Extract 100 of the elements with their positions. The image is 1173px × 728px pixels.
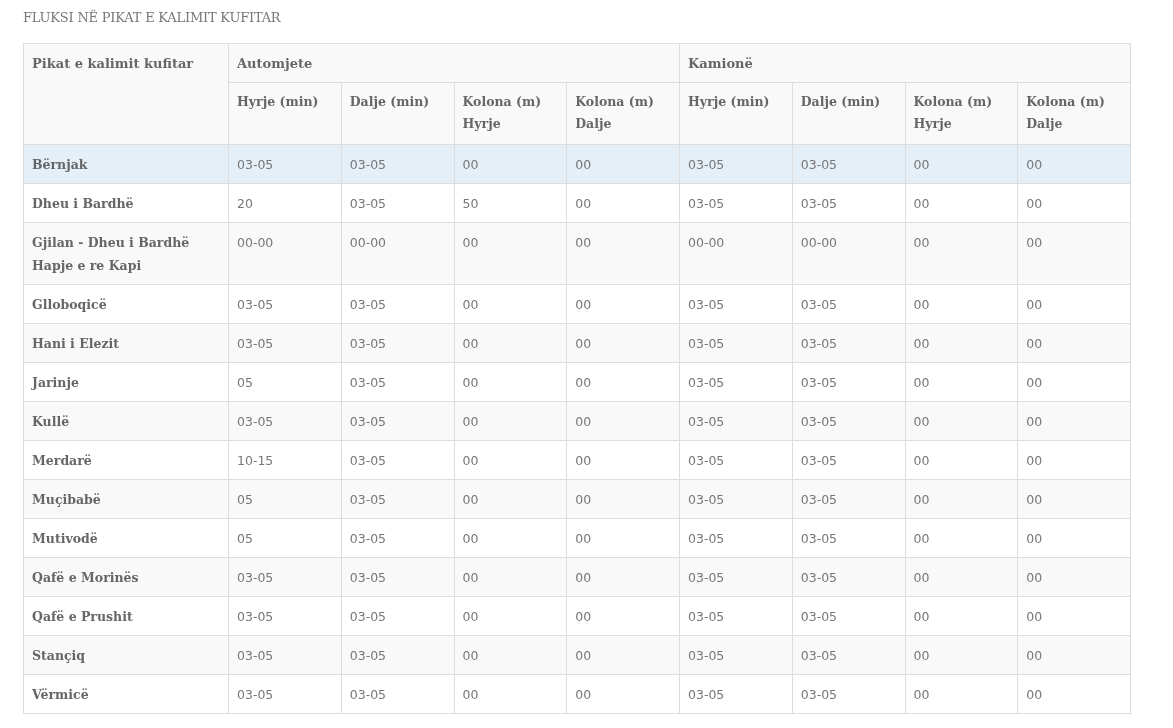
table-cell: 03-05 bbox=[679, 479, 793, 519]
table-cell: 03-05 bbox=[679, 362, 793, 402]
table-cell: 00 bbox=[566, 596, 680, 636]
table-row[interactable]: Stançiq 03-05 03-05 00 00 03-05 03-05 00 00 bbox=[23, 635, 1131, 675]
table-cell: 00 bbox=[454, 479, 567, 519]
table-cell: 00 bbox=[905, 144, 1018, 184]
table-cell: 03-05 bbox=[341, 401, 454, 441]
table-cell: Qafë e Morinës bbox=[23, 557, 229, 597]
table-cell: 00 bbox=[566, 440, 680, 480]
table-cell: 00 bbox=[1017, 362, 1131, 402]
table-cell: 03-05 bbox=[792, 596, 905, 636]
table-cell: Muçibabë bbox=[23, 479, 229, 519]
table-cell: 03-05 bbox=[792, 479, 905, 519]
table-cell: 00 bbox=[905, 362, 1018, 402]
table-cell: Stançiq bbox=[23, 635, 229, 675]
column-header: Kolona (m) Dalje bbox=[1017, 82, 1131, 145]
table-cell: 00-00 bbox=[792, 222, 905, 285]
table-cell: 00 bbox=[905, 635, 1018, 675]
table-row[interactable]: Hani i Elezit 03-05 03-05 00 00 03-05 03-05 00 00 bbox=[23, 323, 1131, 363]
table-cell: 03-05 bbox=[792, 518, 905, 558]
table-row[interactable]: Glloboqicë 03-05 03-05 00 00 03-05 03-05 00 00 bbox=[23, 284, 1131, 324]
table-cell: 00 bbox=[566, 144, 680, 184]
table-cell: 00 bbox=[905, 222, 1018, 285]
table-cell: 00 bbox=[905, 401, 1018, 441]
table-cell: 03-05 bbox=[228, 635, 342, 675]
table-cell: 00 bbox=[905, 518, 1018, 558]
table-cell: Glloboqicë bbox=[23, 284, 229, 324]
table-cell: 03-05 bbox=[341, 557, 454, 597]
table-cell: 03-05 bbox=[341, 284, 454, 324]
table-cell: 03-05 bbox=[341, 635, 454, 675]
table-cell: 03-05 bbox=[792, 144, 905, 184]
table-cell: 00 bbox=[566, 401, 680, 441]
table-row[interactable]: Merdarë 10-15 03-05 00 00 03-05 03-05 00 00 bbox=[23, 440, 1131, 480]
table-cell: Merdarë bbox=[23, 440, 229, 480]
table-cell: Mutivodë bbox=[23, 518, 229, 558]
table-row[interactable]: Vërmicë 03-05 03-05 00 00 03-05 03-05 00 00 bbox=[23, 674, 1131, 714]
table-row[interactable]: Bërnjak 03-05 03-05 00 00 03-05 03-05 00 00 bbox=[23, 144, 1131, 184]
table-cell: 03-05 bbox=[792, 284, 905, 324]
table-cell: 03-05 bbox=[679, 144, 793, 184]
table-cell: 50 bbox=[454, 183, 567, 223]
table-cell: Qafë e Prushit bbox=[23, 596, 229, 636]
table-cell: 00 bbox=[905, 183, 1018, 223]
table-cell: 00 bbox=[566, 284, 680, 324]
table-cell: 00 bbox=[905, 596, 1018, 636]
table-cell: 00 bbox=[1017, 401, 1131, 441]
table-cell: 03-05 bbox=[792, 440, 905, 480]
table-cell: 00 bbox=[905, 557, 1018, 597]
table-cell: 00 bbox=[905, 323, 1018, 363]
table-row[interactable]: Gjilan - Dheu i Bardhë Hapje e re Kapi 00-00 00-00 00 00 00-00 00-00 00 00 bbox=[23, 222, 1131, 285]
table-cell: 00 bbox=[1017, 674, 1131, 714]
table-cell: 00 bbox=[905, 674, 1018, 714]
table-cell: 03-05 bbox=[792, 183, 905, 223]
table-cell: 00 bbox=[566, 557, 680, 597]
table-cell: 03-05 bbox=[792, 674, 905, 714]
table-cell: 03-05 bbox=[679, 518, 793, 558]
table-cell: 00 bbox=[566, 674, 680, 714]
table-cell: 00 bbox=[1017, 183, 1131, 223]
table-cell: 03-05 bbox=[341, 183, 454, 223]
table-cell: 10-15 bbox=[228, 440, 342, 480]
column-header: Kolona (m) Hyrje bbox=[454, 82, 567, 145]
table-cell: 03-05 bbox=[341, 479, 454, 519]
table-cell: 00 bbox=[905, 440, 1018, 480]
table-cell: 00 bbox=[566, 518, 680, 558]
table-cell: 03-05 bbox=[341, 596, 454, 636]
table-cell: 03-05 bbox=[341, 674, 454, 714]
table-row[interactable]: Muçibabë 05 03-05 00 00 03-05 03-05 00 00 bbox=[23, 479, 1131, 519]
table-cell: 00 bbox=[454, 323, 567, 363]
table-cell: 03-05 bbox=[792, 401, 905, 441]
table-cell: 00 bbox=[454, 440, 567, 480]
column-group-header: Kamionë bbox=[679, 43, 1131, 83]
table-cell: 00 bbox=[454, 518, 567, 558]
table-cell: 00 bbox=[454, 284, 567, 324]
table-cell: 00 bbox=[1017, 557, 1131, 597]
table-cell: 03-05 bbox=[341, 362, 454, 402]
column-header: Dalje (min) bbox=[341, 82, 454, 145]
table-cell: Gjilan - Dheu i Bardhë Hapje e re Kapi bbox=[23, 222, 229, 285]
table-cell: 00 bbox=[1017, 479, 1131, 519]
table-row[interactable]: Dheu i Bardhë 20 03-05 50 00 03-05 03-05 00 00 bbox=[23, 183, 1131, 223]
table-cell: 00 bbox=[1017, 222, 1131, 285]
table-row[interactable]: Qafë e Morinës 03-05 03-05 00 00 03-05 03-05 00 00 bbox=[23, 557, 1131, 597]
table-cell: 00 bbox=[566, 183, 680, 223]
table-cell: 00-00 bbox=[679, 222, 793, 285]
table-cell: 03-05 bbox=[228, 674, 342, 714]
table-cell: 00 bbox=[566, 222, 680, 285]
table-cell: 00 bbox=[905, 284, 1018, 324]
table-cell: 03-05 bbox=[341, 518, 454, 558]
table-cell: 00 bbox=[454, 674, 567, 714]
table-cell: 00 bbox=[1017, 635, 1131, 675]
table-cell: 03-05 bbox=[228, 557, 342, 597]
table-cell: 03-05 bbox=[228, 596, 342, 636]
table-cell: 00 bbox=[1017, 440, 1131, 480]
table-cell: 00 bbox=[454, 144, 567, 184]
table-row[interactable]: Jarinje 05 03-05 00 00 03-05 03-05 00 00 bbox=[23, 362, 1131, 402]
table-row[interactable]: Qafë e Prushit 03-05 03-05 00 00 03-05 03-05 00 00 bbox=[23, 596, 1131, 636]
table-row[interactable]: Kullë 03-05 03-05 00 00 03-05 03-05 00 00 bbox=[23, 401, 1131, 441]
table-cell: 00 bbox=[454, 222, 567, 285]
table-cell: Bërnjak bbox=[23, 144, 229, 184]
table-row[interactable]: Mutivodë 05 03-05 00 00 03-05 03-05 00 00 bbox=[23, 518, 1131, 558]
column-header: Hyrje (min) bbox=[679, 82, 793, 145]
table-cell: Vërmicë bbox=[23, 674, 229, 714]
